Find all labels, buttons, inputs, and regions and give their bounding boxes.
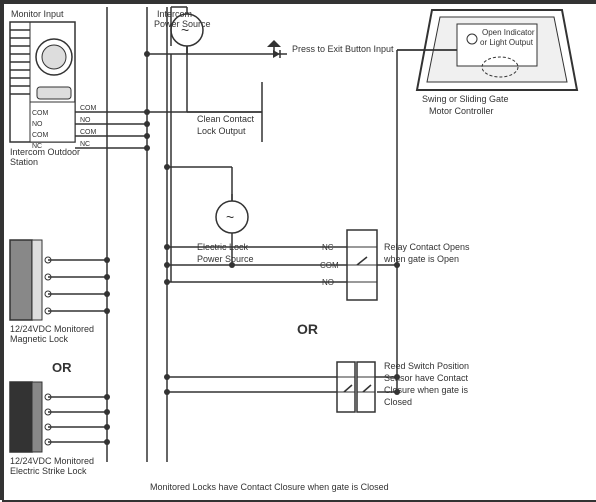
svg-text:NC: NC bbox=[80, 141, 90, 148]
svg-text:Lock Output: Lock Output bbox=[197, 126, 246, 136]
svg-text:Closed: Closed bbox=[384, 397, 412, 407]
press-exit-label: Press to Exit Button Input bbox=[292, 44, 394, 54]
svg-text:Power Source: Power Source bbox=[197, 254, 254, 264]
motor-controller-label: Swing or Sliding Gate bbox=[422, 94, 509, 104]
svg-text:COM: COM bbox=[80, 105, 97, 112]
or-label-2: OR bbox=[297, 321, 318, 337]
electric-strike-label: 12/24VDC Monitored bbox=[10, 456, 94, 466]
svg-text:NO: NO bbox=[80, 117, 91, 124]
svg-text:COM: COM bbox=[32, 132, 49, 139]
svg-text:Electric Strike Lock: Electric Strike Lock bbox=[10, 466, 87, 476]
intercom-outdoor-label2: Station bbox=[10, 157, 38, 167]
monitor-input-label: Monitor Input bbox=[11, 9, 64, 19]
wiring-diagram: COM NO COM NC Monitor Input Intercom Out… bbox=[0, 0, 596, 500]
svg-text:COM: COM bbox=[32, 110, 49, 117]
svg-text:Magnetic Lock: Magnetic Lock bbox=[10, 334, 69, 344]
clean-contact-label: Clean Contact bbox=[197, 114, 255, 124]
svg-text:Power Source: Power Source bbox=[154, 19, 211, 29]
intercom-outdoor-label: Intercom Outdoor bbox=[10, 147, 80, 157]
or-label-1: OR bbox=[52, 360, 72, 375]
svg-text:COM: COM bbox=[80, 129, 97, 136]
svg-text:when gate is Open: when gate is Open bbox=[383, 254, 459, 264]
footer-label: Monitored Locks have Contact Closure whe… bbox=[150, 482, 389, 492]
magnetic-lock-label: 12/24VDC Monitored bbox=[10, 324, 94, 334]
svg-text:Open Indicator: Open Indicator bbox=[482, 28, 535, 37]
svg-text:or Light Output: or Light Output bbox=[480, 38, 534, 47]
svg-text:Motor Controller: Motor Controller bbox=[429, 106, 494, 116]
svg-text:NO: NO bbox=[32, 121, 43, 128]
intercom-power-label: Intercom bbox=[157, 9, 192, 19]
svg-text:~: ~ bbox=[226, 209, 234, 225]
